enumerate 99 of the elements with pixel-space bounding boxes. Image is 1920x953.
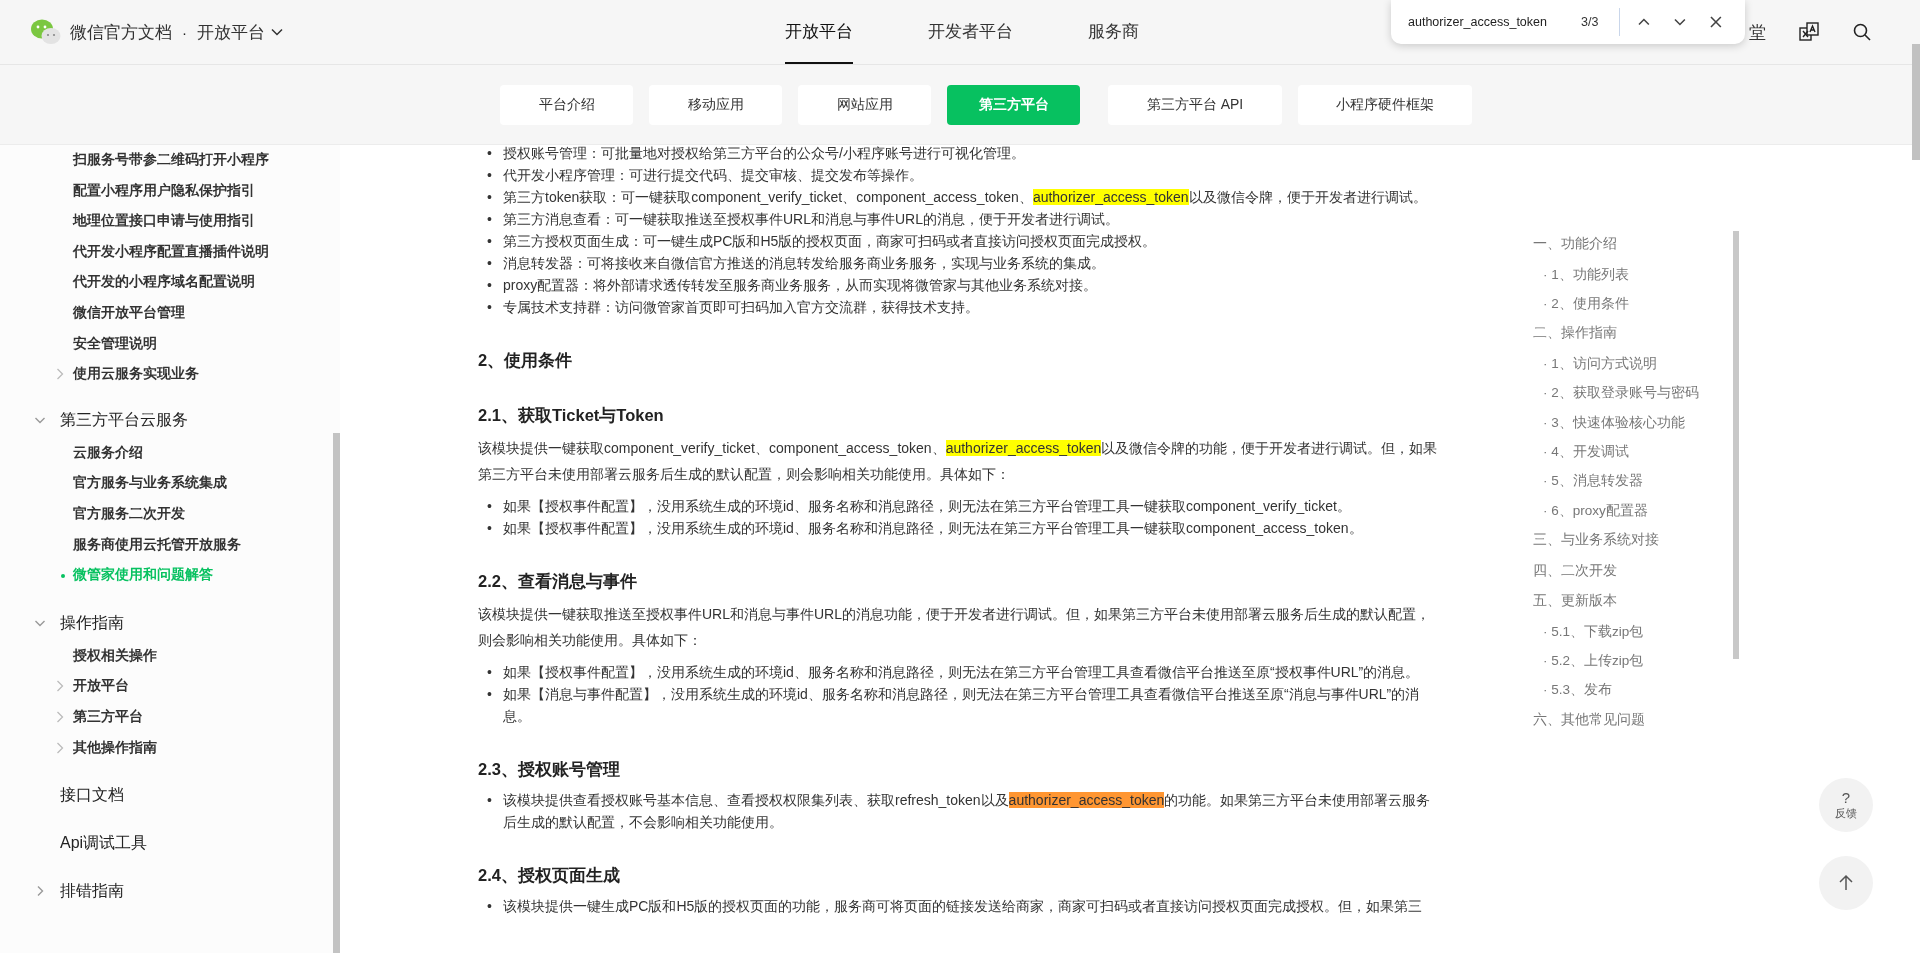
bullet-mark: •	[487, 254, 493, 273]
list-item: 第三方授权页面生成：可一键生成PC版和H5版的授权页面，商家可扫码或者直接访问授权页面完成授权。	[503, 232, 1158, 251]
nav-tab[interactable]: 开发者平台	[928, 0, 1013, 64]
list-item: 第三方消息查看：可一键获取推送至授权事件URL和消息与事件URL的消息，便于开发者进行调试。	[503, 210, 1120, 229]
sidebar-item[interactable]: 扫服务号带参二维码打开小程序	[0, 145, 333, 176]
bullet-mark: •	[487, 210, 493, 229]
match-count: 3/3	[1580, 15, 1600, 29]
bullet-mark: •	[487, 897, 493, 916]
site-title[interactable]: 微信官方文档	[70, 20, 172, 44]
section-heading: 2.4、授权页面生成	[478, 865, 621, 886]
list-item: 消息转发器：可将接收来自微信官方推送的消息转发给服务商业务服务，实现与业务系统的集成。	[503, 254, 1106, 273]
section-switch[interactable]: 开放平台	[197, 20, 283, 44]
bullet-mark: •	[487, 144, 493, 163]
bullet-mark: •	[487, 663, 493, 682]
sidebar-item[interactable]: 第三方平台	[0, 701, 333, 733]
sidebar-item[interactable]: 安全管理说明	[0, 328, 333, 360]
list-item: 如果【授权事件配置】，没用系统生成的环境id、服务名称和消息路径，则无法在第三方平台管理工具一键获取component_verify_ticket。	[503, 497, 1352, 516]
section-heading: 2.3、授权账号管理	[478, 759, 621, 780]
sidebar-item[interactable]: 微信开放平台管理	[0, 297, 333, 329]
category-button[interactable]: 平台介绍	[500, 84, 633, 125]
list-item: 如果【消息与事件配置】，没用系统生成的环境id、服务名称和消息路径，则无法在第三方平台管理工具查看微信平台推送至原“消息与事件URL”的消息。	[503, 685, 1421, 726]
toc-link[interactable]: · 5.2、上传zip包	[1533, 646, 1733, 676]
toc-link[interactable]: · 1、访问方式说明	[1533, 348, 1733, 379]
header-link[interactable]: 堂	[1749, 20, 1766, 44]
scrollbar[interactable]	[333, 433, 340, 953]
toc-link[interactable]: · 5.1、下载zip包	[1533, 616, 1733, 646]
caret-icon	[271, 28, 283, 36]
toc-link[interactable]: · 5、消息转发器	[1533, 466, 1733, 496]
toc-link[interactable]: · 2、使用条件	[1533, 288, 1733, 319]
category-button[interactable]: 小程序硬件框架	[1298, 84, 1472, 125]
chevron-icon[interactable]	[56, 741, 64, 754]
sidebar-item[interactable]: 云服务介绍	[0, 437, 333, 469]
sidebar-section[interactable]: 排错指南	[0, 873, 333, 910]
list-item: 如果【授权事件配置】，没用系统生成的环境id、服务名称和消息路径，则无法在第三方平台管理工具查看微信平台推送至原“授权事件URL”的消息。	[503, 663, 1421, 682]
category-button[interactable]: 第三方平台 API	[1108, 84, 1282, 125]
sidebar-item[interactable]: 官方服务与业务系统集成	[0, 468, 333, 499]
toc-link[interactable]: 六、其他常见问题	[1533, 704, 1733, 736]
section-heading: 2、使用条件	[478, 350, 574, 371]
translate-icon[interactable]	[1798, 21, 1820, 43]
sidebar-section[interactable]: Api调试工具	[0, 825, 333, 862]
bullet-mark: •	[487, 685, 493, 704]
bullet-mark: •	[487, 519, 493, 538]
category-button[interactable]: 移动应用	[649, 84, 782, 125]
find-query[interactable]: authorizer_access_token	[1408, 15, 1581, 29]
list-item: 专属技术支持群：访问微管家首页即可扫码加入官方交流群，获得技术支持。	[503, 298, 980, 317]
paragraph: 该模块提供一键获取推送至授权事件URL和消息与事件URL的消息功能，便于开发者进行调试。但，如果第三方平台未使用部署云服务后生成的默认配置，则会影响相关功能使用。具体如下：	[478, 605, 1431, 650]
sidebar-item[interactable]: 代开发的小程序域名配置说明	[0, 267, 333, 298]
bullet-mark: •	[487, 791, 493, 810]
toc-link[interactable]: 二、操作指南	[1533, 318, 1733, 349]
list-item: 该模块提供查看授权账号基本信息、查看授权权限集列表、获取refresh_token以及authorizer_access_token的功能。如果第三方平台未使用部署云服务后生成的默认配置，不会影响相关功能使用。	[503, 791, 1432, 832]
category-button[interactable]: 网站应用	[798, 84, 931, 125]
list-item: 如果【授权事件配置】，没用系统生成的环境id、服务名称和消息路径，则无法在第三方平台管理工具一键获取component_access_token。	[503, 519, 1364, 538]
chevron-icon[interactable]	[56, 680, 64, 693]
search-icon[interactable]	[1852, 22, 1872, 42]
toc-link[interactable]: · 6、proxy配置器	[1533, 495, 1733, 526]
separator-dot: ·	[182, 23, 187, 41]
bullet-mark: •	[487, 276, 493, 295]
toc-link[interactable]: · 2、获取登录账号与密码	[1533, 378, 1733, 408]
nav-tab[interactable]: 服务商	[1088, 0, 1139, 64]
bullet-mark: •	[487, 188, 493, 207]
sidebar-item[interactable]: 开放平台	[0, 671, 333, 702]
sidebar-section[interactable]: 第三方平台云服务	[0, 401, 333, 438]
list-item: 该模块提供一键生成PC版和H5版的授权页面的功能，服务商可将页面的链接发送给商家，商家可扫码或者直接访问授权页面完成授权。但，如果第三	[503, 897, 1424, 916]
toc-link[interactable]: 五、更新版本	[1533, 586, 1733, 617]
sidebar-item[interactable]: 其他操作指南	[0, 732, 333, 764]
paragraph: 该模块提供一键获取component_verify_ticket、component_access_token、authorizer_access_token以及微信令牌的功能，便于开发者进行调试。但，如果第三方平台未使用部署云服务后生成的默认配置，则会影响相关功能使用。具体如下：	[478, 439, 1439, 484]
list-item: 第三方token获取：可一键获取component_verify_ticket、component_access_token、authorizer_access_token以及微信令牌，便于开发者进行调试。	[503, 188, 1428, 207]
toc-link[interactable]: 一、功能介绍	[1533, 229, 1733, 260]
bullet-mark: •	[487, 497, 493, 516]
toc-link[interactable]: · 1、功能列表	[1533, 259, 1733, 289]
section-heading: 2.1、获取Ticket与Token	[478, 405, 665, 426]
bullet-mark: •	[487, 232, 493, 251]
scrollbar[interactable]	[1733, 231, 1739, 659]
sidebar-item[interactable]: 服务商使用云托管开放服务	[0, 529, 333, 561]
feedback-button[interactable]: ? 反馈	[1819, 778, 1873, 832]
scrollbar[interactable]	[1912, 44, 1920, 160]
chevron-icon[interactable]	[56, 368, 64, 381]
sidebar-item[interactable]: 代开发小程序配置直播插件说明	[0, 236, 333, 268]
toc-link[interactable]: · 4、开发调试	[1533, 436, 1733, 467]
list-item: 代开发小程序管理：可进行提交代码、提交审核、提交发布等操作。	[503, 166, 924, 185]
close-icon[interactable]	[1709, 15, 1723, 29]
sidebar-item[interactable]: 授权相关操作	[0, 640, 333, 672]
bullet-mark: •	[487, 166, 493, 185]
chat-bubbles-logo-icon	[30, 18, 62, 46]
chevron-icon[interactable]	[56, 710, 64, 723]
toc-link[interactable]: 四、二次开发	[1533, 555, 1733, 587]
sidebar-section[interactable]: 接口文档	[0, 777, 333, 814]
sidebar-section[interactable]: 操作指南	[0, 604, 333, 641]
section-heading: 2.2、查看消息与事件	[478, 571, 638, 592]
list-item: proxy配置器：将外部请求透传转发至服务商业务服务，从而实现将微管家与其他业务系统对接。	[503, 276, 1099, 295]
sidebar-item[interactable]: 地理位置接口申请与使用指引	[0, 206, 333, 237]
toc-link[interactable]: · 5.3、发布	[1533, 675, 1733, 705]
sidebar-item[interactable]: 配置小程序用户隐私保护指引	[0, 175, 333, 207]
list-item: 授权账号管理：可批量地对授权给第三方平台的公众号/小程序账号进行可视化管理。	[503, 144, 1026, 163]
toc-link[interactable]: · 3、快速体验核心功能	[1533, 407, 1733, 437]
toc-link[interactable]: 三、与业务系统对接	[1533, 525, 1733, 556]
bullet-mark: •	[487, 298, 493, 317]
sidebar-item[interactable]: 使用云服务实现业务	[0, 359, 333, 390]
sidebar-item[interactable]: 官方服务二次开发	[0, 498, 333, 530]
